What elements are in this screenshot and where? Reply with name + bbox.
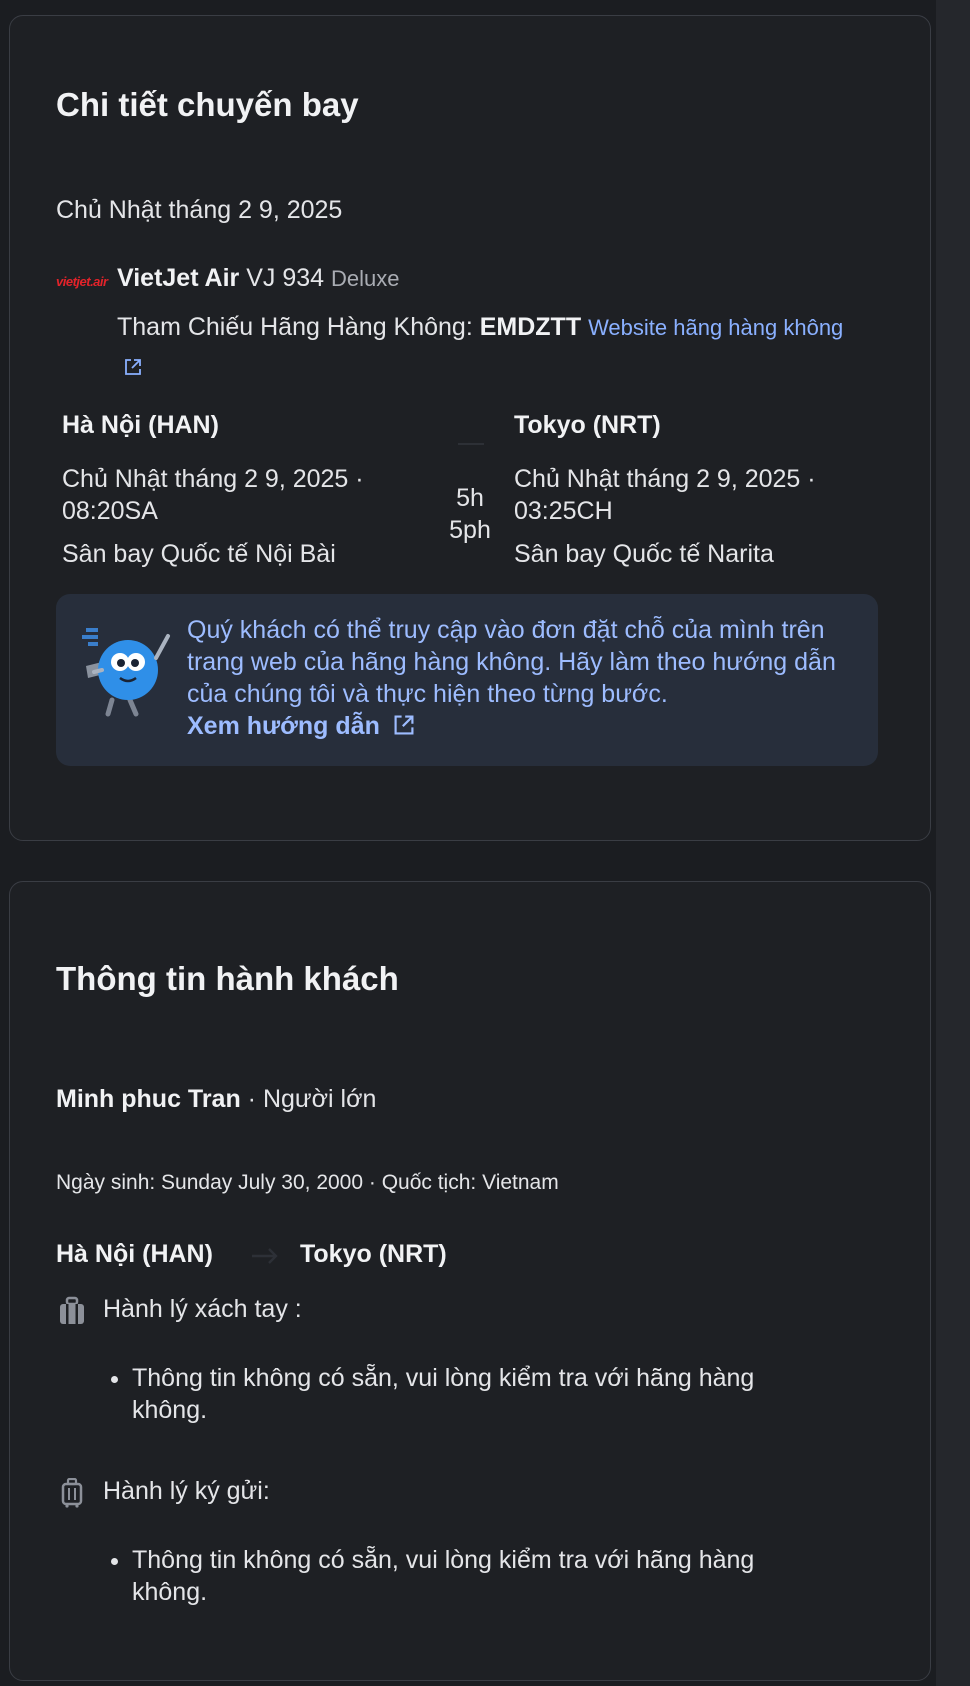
booking-access-message: Quý khách có thể truy cập vào đơn đặt ch… bbox=[187, 614, 867, 742]
reference-code: EMDZTT bbox=[479, 313, 582, 341]
departure-datetime: Chủ Nhật tháng 2 9, 2025 · 08:20SA bbox=[62, 465, 364, 525]
arrival-datetime: Chủ Nhật tháng 2 9, 2025 · 03:25CH bbox=[514, 465, 816, 525]
arrival-airport: Sân bay Quốc tế Narita bbox=[514, 540, 774, 568]
view-guide-link-label: Xem hướng dẫn bbox=[187, 712, 380, 740]
flight-duration: 5h 5ph bbox=[449, 484, 491, 544]
view-guide-link[interactable]: Xem hướng dẫn bbox=[187, 712, 416, 740]
airline-reference-row: Tham Chiếu Hãng Hàng Không: EMDZTT Websi… bbox=[117, 308, 857, 386]
checked-baggage-label: Hành lý ký gửi: bbox=[103, 1477, 270, 1505]
list-item: Thông tin không có sẵn, vui lòng kiểm tr… bbox=[132, 1544, 832, 1608]
duration-divider bbox=[458, 443, 484, 445]
airline-logo: vietjet.air bbox=[56, 274, 108, 289]
passenger-info-title: Thông tin hành khách bbox=[56, 960, 399, 997]
flight-details-card: Chi tiết chuyến bay Chủ Nhật tháng 2 9, … bbox=[9, 15, 931, 841]
airline-row: VietJet Air VJ 934 Deluxe bbox=[117, 264, 400, 293]
passenger-info-card: Thông tin hành khách Minh phuc Tran · Ng… bbox=[9, 881, 931, 1681]
checked-baggage-notes: Thông tin không có sẵn, vui lòng kiểm tr… bbox=[92, 1544, 832, 1608]
departure-airport: Sân bay Quốc tế Nội Bài bbox=[62, 540, 336, 568]
scrollbar-track bbox=[936, 0, 970, 1686]
reference-label: Tham Chiếu Hãng Hàng Không: bbox=[117, 313, 473, 341]
checked-luggage-icon bbox=[61, 1478, 83, 1508]
external-link-icon bbox=[394, 715, 414, 735]
carry-on-baggage-notes: Thông tin không có sẵn, vui lòng kiểm tr… bbox=[92, 1362, 832, 1426]
arrival-city: Tokyo (NRT) bbox=[514, 411, 661, 439]
route-destination: Tokyo (NRT) bbox=[300, 1240, 447, 1268]
list-item: Thông tin không có sẵn, vui lòng kiểm tr… bbox=[132, 1362, 832, 1426]
flight-number: VJ 934 bbox=[246, 264, 325, 292]
flight-details-title: Chi tiết chuyến bay bbox=[56, 86, 359, 123]
passenger-type: · Người lớn bbox=[247, 1085, 377, 1113]
passenger-details: Ngày sinh: Sunday July 30, 2000 · Quốc t… bbox=[56, 1171, 559, 1194]
departure-city: Hà Nội (HAN) bbox=[62, 411, 219, 439]
booking-access-info-box: Quý khách có thể truy cập vào đơn đặt ch… bbox=[56, 594, 878, 766]
flight-date: Chủ Nhật tháng 2 9, 2025 bbox=[56, 196, 343, 224]
arrow-right-icon bbox=[252, 1248, 278, 1264]
fare-class: Deluxe bbox=[331, 266, 400, 291]
passenger-name-row: Minh phuc Tran · Người lớn bbox=[56, 1085, 376, 1114]
route-origin: Hà Nội (HAN) bbox=[56, 1240, 213, 1268]
passenger-name: Minh phuc Tran bbox=[56, 1085, 241, 1113]
booking-access-text: Quý khách có thể truy cập vào đơn đặt ch… bbox=[187, 616, 836, 708]
airline-website-link-label: Website hãng hàng không bbox=[588, 315, 844, 340]
carry-on-baggage-label: Hành lý xách tay : bbox=[103, 1295, 302, 1323]
mascot-illustration bbox=[82, 628, 170, 717]
airline-name: VietJet Air bbox=[117, 264, 240, 292]
external-link-icon bbox=[125, 359, 141, 375]
carry-on-bag-icon bbox=[60, 1296, 84, 1324]
